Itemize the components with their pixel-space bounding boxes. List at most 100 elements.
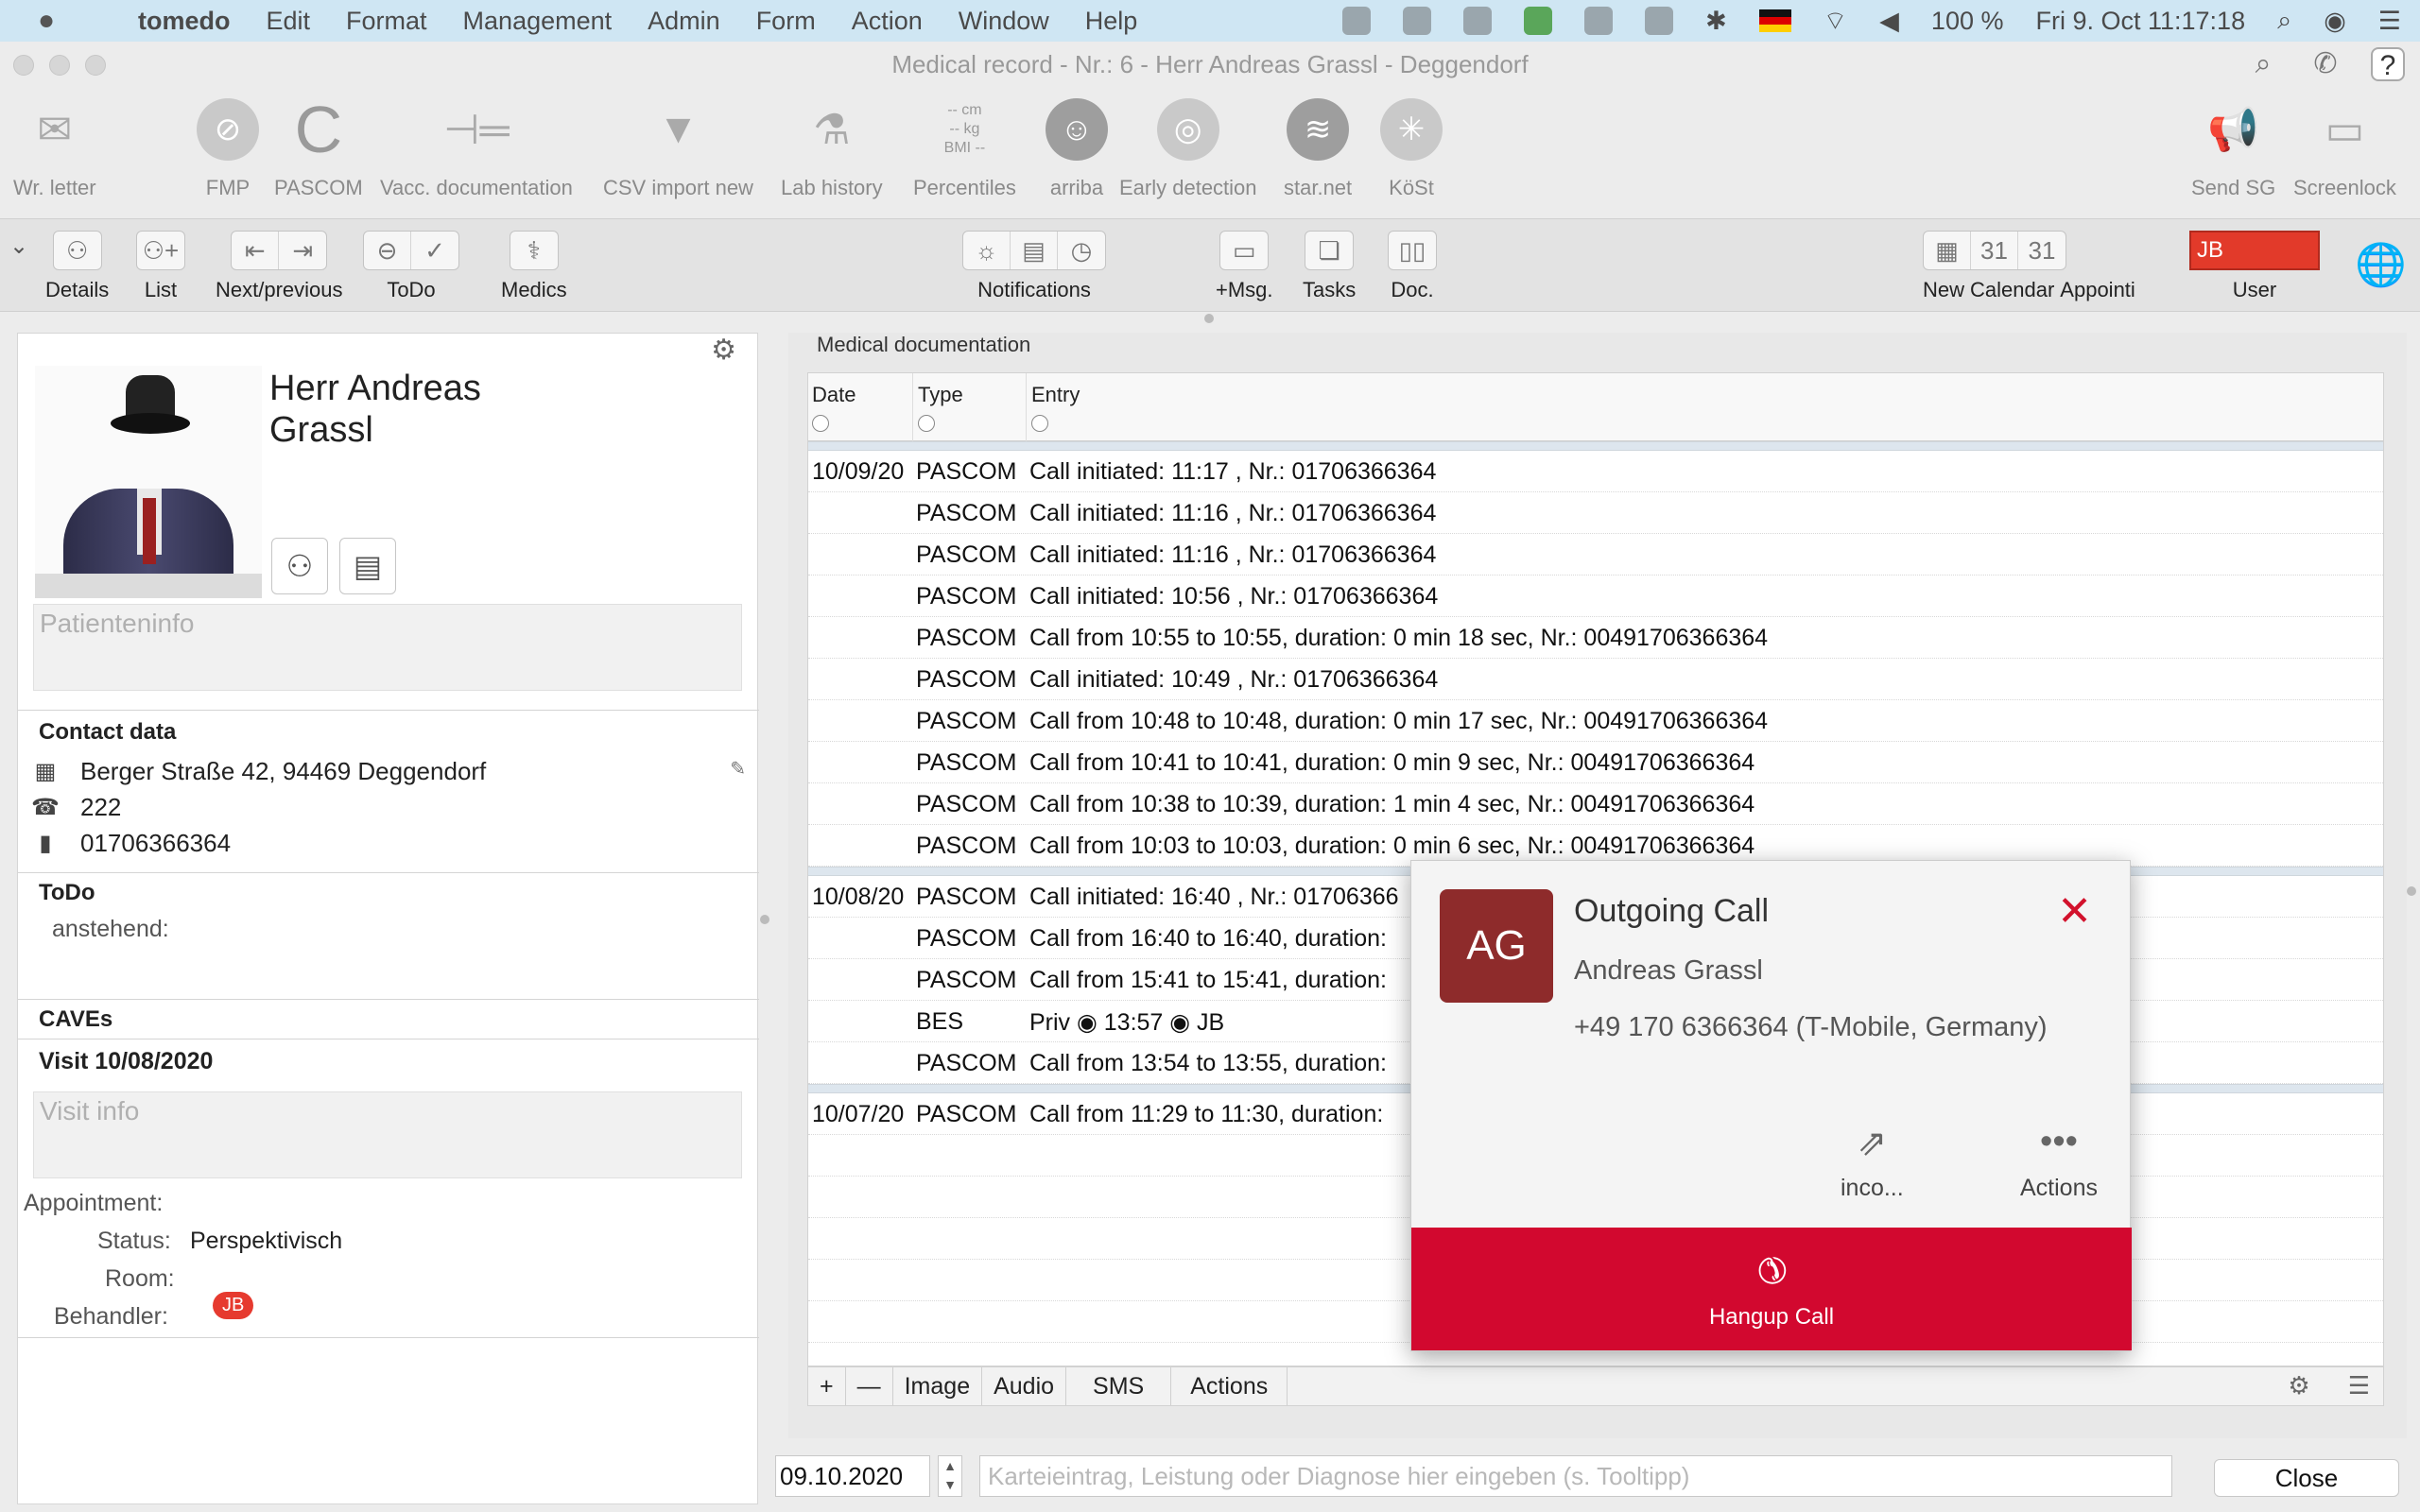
globe-check-icon[interactable]: 🌐: [2355, 240, 2407, 289]
table-row[interactable]: PASCOM Call from 10:48 to 10:48, duration…: [808, 700, 2383, 742]
date-filter-radio[interactable]: [812, 415, 829, 432]
patient-info-field[interactable]: Patienteninfo: [33, 604, 742, 691]
splitter-handle[interactable]: [760, 915, 769, 924]
search-icon[interactable]: ⌕: [2246, 47, 2280, 81]
koest-button[interactable]: ✳ KöSt: [1380, 98, 1443, 200]
menu-management[interactable]: Management: [463, 7, 613, 36]
close-icon[interactable]: ✕: [2057, 887, 2092, 936]
siri-icon[interactable]: ◉: [2324, 7, 2346, 36]
table-row[interactable]: PASCOM Call from 10:41 to 10:41, duration…: [808, 742, 2383, 783]
send-sg-button[interactable]: 📢 Send SG: [2191, 98, 2275, 200]
early-detection-button[interactable]: ◎ Early detection: [1119, 98, 1257, 200]
back-circle-icon[interactable]: ⊖: [364, 232, 411, 269]
table-row[interactable]: PASCOM Call initiated: 11:16 , Nr.: 01706…: [808, 492, 2383, 534]
write-letter-button[interactable]: ✉ Wr. letter: [13, 98, 96, 200]
entry-date-field[interactable]: 09.10.2020: [775, 1455, 930, 1497]
fmp-button[interactable]: ⊘ FMP: [197, 98, 259, 200]
table-row[interactable]: PASCOM Call initiated: 10:56 , Nr.: 01706…: [808, 576, 2383, 617]
status-app-icon[interactable]: [1584, 7, 1614, 35]
patient-avatar[interactable]: [35, 366, 262, 598]
doc-button[interactable]: ▯▯ Doc.: [1388, 231, 1437, 302]
details-button[interactable]: ⚇ Details: [45, 231, 109, 302]
menu-format[interactable]: Format: [346, 7, 427, 36]
clipboard-icon[interactable]: ▤: [1011, 232, 1058, 269]
todo-button[interactable]: ⊖ ✓ ToDo: [363, 231, 459, 302]
menu-form[interactable]: Form: [756, 7, 816, 36]
user-selector[interactable]: JB User: [2189, 231, 2320, 302]
notification-center-icon[interactable]: ☰: [2378, 7, 2401, 36]
airplay-icon[interactable]: [1645, 7, 1674, 35]
vacc-documentation-button[interactable]: ⊣═ Vacc. documentation: [380, 98, 573, 200]
calendar-icon[interactable]: 31: [1971, 232, 2018, 269]
calendar-button-label[interactable]: Calendar: [1970, 278, 2054, 302]
new-calendar-icon[interactable]: ▦: [1924, 232, 1971, 269]
entry-filter-radio[interactable]: [1031, 415, 1048, 432]
documentation-entry-input[interactable]: [979, 1455, 2172, 1497]
col-date[interactable]: Date: [812, 383, 856, 407]
wifi-icon[interactable]: ⌔: [1824, 5, 1847, 37]
new-button-label[interactable]: New: [1923, 278, 1964, 302]
open-external-button[interactable]: ⇗ inco...: [1841, 1122, 1904, 1202]
spotlight-search-icon[interactable]: ⌕: [2277, 6, 2291, 36]
status-app-icon[interactable]: [1524, 7, 1553, 35]
appointment-icon[interactable]: 31: [2018, 232, 2066, 269]
starnet-button[interactable]: ≋ star.net: [1284, 98, 1352, 200]
alarm-light-icon[interactable]: ☼: [963, 232, 1011, 269]
audio-button[interactable]: Audio: [982, 1367, 1067, 1405]
csv-import-button[interactable]: ▼ CSV import new: [603, 98, 753, 200]
edit-pencil-icon[interactable]: ✎: [730, 757, 746, 781]
pascom-button[interactable]: C PASCOM: [274, 93, 363, 200]
notifications-button[interactable]: ☼ ▤ ◷ Notifications: [962, 231, 1106, 302]
menu-admin[interactable]: Admin: [648, 7, 720, 36]
splitter-handle[interactable]: [1204, 314, 1214, 323]
minimize-window-button[interactable]: [49, 55, 70, 76]
arrow-right-icon[interactable]: ⇥: [279, 232, 326, 269]
battery-status[interactable]: 100 %: [1931, 7, 2004, 36]
gear-icon[interactable]: ⚙: [711, 334, 736, 367]
clipboard-button[interactable]: ▤: [339, 538, 396, 594]
behandler-badge[interactable]: JB: [213, 1292, 254, 1319]
menu-action[interactable]: Action: [852, 7, 923, 36]
clock[interactable]: Fri 9. Oct 11:17:18: [2035, 7, 2245, 36]
table-row[interactable]: 10/09/20 PASCOM Call initiated: 11:17 , Nr…: [808, 451, 2383, 492]
check-circle-icon[interactable]: ✓: [411, 232, 458, 269]
list-button[interactable]: ⚇+ List: [136, 231, 185, 302]
hangup-call-button[interactable]: ✆ Hangup Call: [1411, 1228, 2132, 1350]
table-row[interactable]: PASCOM Call initiated: 10:49 , Nr.: 01706…: [808, 659, 2383, 700]
status-value[interactable]: Perspektivisch: [190, 1228, 342, 1255]
col-type[interactable]: Type: [918, 383, 963, 407]
add-entry-button[interactable]: +: [808, 1367, 846, 1405]
zoom-window-button[interactable]: [85, 55, 106, 76]
next-previous-button[interactable]: ⇤ ⇥ Next/previous: [216, 231, 343, 302]
clock-icon[interactable]: ◷: [1058, 232, 1105, 269]
actions-button[interactable]: Actions: [1171, 1367, 1288, 1405]
lab-history-button[interactable]: ⚗ Lab history: [781, 98, 883, 200]
arriba-button[interactable]: ☺ arriba: [1046, 98, 1108, 200]
bluetooth-icon[interactable]: ✱: [1705, 7, 1727, 36]
table-row[interactable]: PASCOM Call from 10:38 to 10:39, duration…: [808, 783, 2383, 825]
add-message-button[interactable]: ▭ +Msg.: [1216, 231, 1273, 302]
close-button[interactable]: Close: [2214, 1459, 2399, 1497]
list-lines-icon[interactable]: ☰: [2348, 1371, 2370, 1400]
help-button[interactable]: ?: [2371, 47, 2405, 81]
appointment-button-label[interactable]: Appointi: [2060, 278, 2135, 302]
menu-window[interactable]: Window: [959, 7, 1049, 36]
table-row[interactable]: PASCOM Call from 10:55 to 10:55, duration…: [808, 617, 2383, 659]
volume-icon[interactable]: ◀: [1879, 7, 1899, 36]
table-row[interactable]: PASCOM Call initiated: 11:16 , Nr.: 01706…: [808, 534, 2383, 576]
user-field[interactable]: JB: [2189, 231, 2320, 270]
sms-button[interactable]: SMS: [1066, 1367, 1172, 1405]
german-flag-icon[interactable]: [1758, 9, 1791, 32]
call-actions-button[interactable]: ••• Actions: [2020, 1122, 2098, 1202]
remove-entry-button[interactable]: —: [846, 1367, 893, 1405]
menu-help[interactable]: Help: [1085, 7, 1138, 36]
close-window-button[interactable]: [13, 55, 34, 76]
tasks-button[interactable]: ❏ Tasks: [1303, 231, 1356, 302]
status-app-icon[interactable]: [1463, 7, 1493, 35]
screenlock-button[interactable]: ▭ Screenlock: [2293, 98, 2396, 200]
image-button[interactable]: Image: [893, 1367, 983, 1405]
status-app-icon[interactable]: [1342, 7, 1372, 35]
gear-icon[interactable]: ⚙: [2288, 1371, 2309, 1400]
patient-profile-button[interactable]: ⚇: [271, 538, 328, 594]
col-entry[interactable]: Entry: [1031, 383, 1080, 407]
